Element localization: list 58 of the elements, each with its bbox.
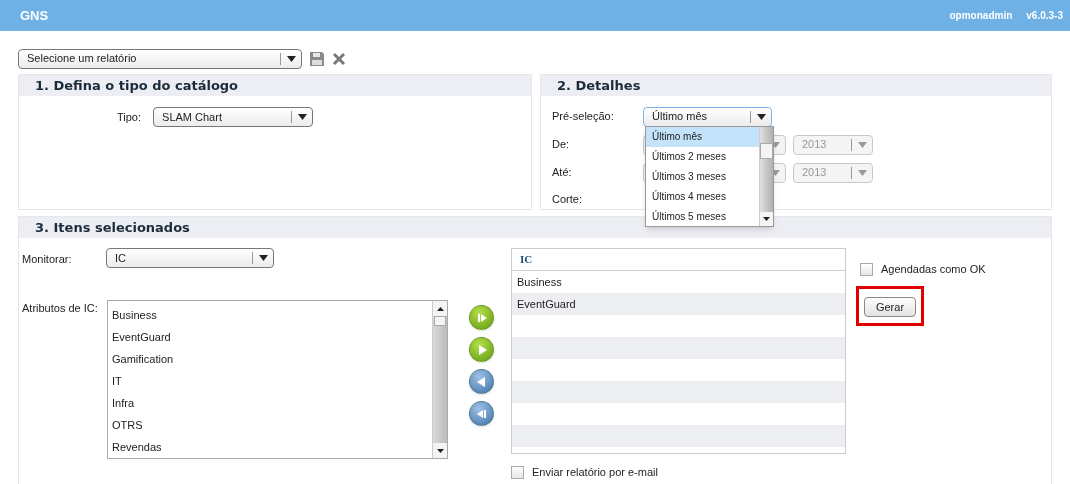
dropdown-option[interactable]: Últimos 2 meses — [646, 146, 759, 167]
attributes-list[interactable]: Business EventGuard Gamification IT Infra OTRS Revendas — [107, 300, 448, 459]
remove-button[interactable] — [469, 369, 494, 394]
list-item[interactable]: EventGuard — [112, 326, 432, 348]
scroll-thumb[interactable] — [760, 143, 773, 159]
table-cell-text: EventGuard — [517, 296, 576, 312]
caret-icon — [857, 141, 867, 148]
checkbox[interactable] — [860, 262, 873, 276]
list-item[interactable]: Infra — [112, 392, 432, 414]
list-item[interactable]: IT — [112, 370, 432, 392]
monitor-select[interactable]: IC — [106, 248, 274, 268]
scroll-up-icon[interactable] — [436, 306, 444, 311]
field-label: Corte: — [552, 192, 582, 207]
table-cell-text: Business — [517, 274, 562, 290]
checkbox[interactable] — [511, 465, 524, 479]
scroll-down-icon[interactable] — [763, 217, 770, 221]
remove-all-button[interactable] — [469, 401, 494, 426]
field-label: Até: — [552, 165, 573, 181]
user-name: opmonadmin — [949, 9, 1013, 23]
list-item[interactable]: Business — [112, 304, 432, 326]
scrollbar[interactable] — [759, 127, 773, 226]
field-label: De: — [552, 137, 571, 153]
checkbox-label: Enviar relatório por e-mail — [532, 465, 658, 480]
field-label: Pré-seleção: — [552, 109, 615, 125]
back-icon — [475, 375, 488, 388]
close-icon[interactable] — [332, 51, 346, 66]
list-item[interactable]: OTRS — [112, 414, 432, 436]
section-header: 2. Detalhes — [541, 75, 1051, 96]
caret-icon — [297, 114, 307, 120]
scroll-thumb[interactable] — [434, 316, 446, 326]
list-item[interactable]: Revendas — [112, 436, 432, 458]
checkbox-label: Agendadas como OK — [881, 262, 986, 277]
field-label: Tipo: — [117, 109, 142, 125]
skip-back-icon — [475, 407, 488, 420]
list-item[interactable]: Gamification — [112, 348, 432, 370]
caret-icon — [286, 55, 296, 62]
preselection-select[interactable]: Último mês — [643, 106, 772, 127]
section-header: 1. Defina o tipo do catálogo — [19, 75, 531, 96]
type-select[interactable]: SLAM Chart — [153, 107, 314, 127]
dropdown-option[interactable]: Último mês — [646, 127, 759, 147]
caret-icon — [258, 255, 268, 261]
field-label: Atributos de IC: — [22, 301, 99, 316]
field-label: Monitorar: — [22, 252, 73, 267]
add-all-button[interactable] — [469, 305, 494, 330]
version-label: v6.0.3-3 — [1026, 9, 1063, 23]
dropdown-option[interactable]: Últimos 5 meses — [646, 206, 759, 226]
skip-forward-icon — [475, 311, 488, 324]
scroll-down-icon[interactable] — [436, 448, 444, 453]
report-select[interactable]: Selecione um relatório — [18, 48, 302, 69]
dropdown-option[interactable]: Últimos 3 meses — [646, 166, 759, 187]
caret-icon — [857, 169, 867, 176]
generate-button[interactable]: Gerar — [864, 296, 916, 317]
scrollbar[interactable] — [432, 301, 447, 458]
save-icon[interactable] — [309, 50, 325, 67]
app-title: GNS — [20, 6, 50, 25]
caret-icon — [756, 113, 766, 120]
dropdown-option[interactable]: Últimos 4 meses — [646, 186, 759, 207]
add-button[interactable] — [469, 337, 494, 362]
